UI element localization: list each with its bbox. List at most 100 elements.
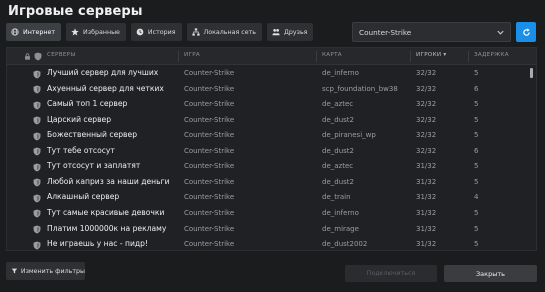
table-row[interactable]: Тут самые красивые девочки Counter-Strike… <box>7 206 531 222</box>
tab-lan-label: Локальная сеть <box>203 28 256 36</box>
server-game: Counter-Strike <box>184 177 235 186</box>
server-name: Любой каприз за наши деньги <box>47 176 170 186</box>
vac-shield-icon <box>33 116 41 125</box>
server-map: de_aztec <box>322 100 354 109</box>
server-name: Тут самые красивые девочки <box>47 207 165 217</box>
server-name: Алкашный сервер <box>47 192 120 202</box>
table-row[interactable]: Божественный сервер Counter-Strike de_pira… <box>7 128 531 144</box>
server-game: Counter-Strike <box>184 146 235 155</box>
column-divider[interactable] <box>468 51 469 62</box>
server-name: Царский сервер <box>47 114 112 124</box>
game-filter-value: Counter-Strike <box>359 27 412 37</box>
lock-icon[interactable] <box>24 53 31 60</box>
server-players: 31/32 <box>416 224 437 233</box>
server-map: de_mirage <box>322 224 359 233</box>
column-ping[interactable]: ЗАДЕРЖКА <box>474 52 509 58</box>
table-row[interactable]: Самый топ 1 сервер Counter-Strike de_aztec… <box>7 97 531 113</box>
server-players: 31/32 <box>416 240 437 249</box>
clock-icon <box>136 28 144 36</box>
server-game: Counter-Strike <box>184 115 235 124</box>
change-filters-label: Изменить фильтры <box>20 267 85 275</box>
server-ping: 5 <box>474 208 479 217</box>
server-players: 32/32 <box>416 131 437 140</box>
game-filter-select[interactable]: Counter-Strike <box>352 22 511 42</box>
server-tabs: Интернет Избранные История Локальная сет… <box>6 23 314 41</box>
scrollbar[interactable] <box>529 66 534 250</box>
vac-shield-icon <box>33 194 41 203</box>
column-divider[interactable] <box>410 51 411 62</box>
server-ping: 5 <box>474 162 479 171</box>
table-row[interactable]: Алкашный сервер Counter-Strike de_train 31/… <box>7 190 531 206</box>
server-map: de_dust2002 <box>322 240 368 249</box>
globe-icon <box>11 28 19 36</box>
server-ping: 5 <box>474 240 479 249</box>
table-row[interactable]: Платим 1000000к на рекламу Counter-Strike… <box>7 222 531 238</box>
server-map: de_dust2 <box>322 177 354 186</box>
column-players[interactable]: ИГРОКИ ▾ <box>416 52 447 58</box>
table-row[interactable]: Тут отсосут и заплатят Counter-Strike de_a… <box>7 159 531 175</box>
filter-icon <box>11 268 18 274</box>
server-name: Тут тебе отсосут <box>47 145 115 155</box>
connect-button[interactable]: Подключиться <box>345 265 437 282</box>
server-game: Counter-Strike <box>184 208 235 217</box>
server-name: Платим 1000000к на рекламу <box>47 223 167 233</box>
table-row[interactable]: Царский сервер Counter-Strike de_dust2 32/3… <box>7 113 531 129</box>
server-players: 31/32 <box>416 162 437 171</box>
refresh-button[interactable] <box>516 22 536 42</box>
server-players: 31/32 <box>416 193 437 202</box>
server-ping: 5 <box>474 115 479 124</box>
vac-shield-icon <box>33 132 41 141</box>
column-servers[interactable]: СЕРВЕРЫ <box>47 52 76 58</box>
server-map: scp_foundation_bw38 <box>322 84 398 93</box>
server-ping: 5 <box>474 131 479 140</box>
window-title: Игровые серверы <box>8 4 143 19</box>
server-game: Counter-Strike <box>184 193 235 202</box>
change-filters-button[interactable]: Изменить фильтры <box>6 262 85 280</box>
tab-friends-label: Друзья <box>283 28 308 36</box>
server-name: Лучший сервер для лучших <box>47 68 159 77</box>
server-ping: 5 <box>474 177 479 186</box>
table-row[interactable]: Ахуенный сервер для четких Counter-Strike… <box>7 82 531 98</box>
network-icon <box>191 28 200 36</box>
table-row[interactable]: Любой каприз за наши деньги Counter-Strik… <box>7 175 531 191</box>
table-header: СЕРВЕРЫ ИГРА КАРТА ИГРОКИ ▾ ЗАДЕРЖКА <box>7 48 536 65</box>
server-ping: 6 <box>474 84 479 93</box>
tab-internet[interactable]: Интернет <box>6 23 62 41</box>
vac-shield-icon <box>33 70 41 78</box>
tab-lan[interactable]: Локальная сеть <box>186 23 262 41</box>
server-game: Counter-Strike <box>184 131 235 140</box>
server-name: Самый топ 1 сервер <box>47 99 128 109</box>
server-map: de_piranesi_wp <box>322 131 376 140</box>
tab-history[interactable]: История <box>130 23 182 41</box>
server-map: de_dust2 <box>322 115 354 124</box>
vac-shield-icon <box>33 209 41 218</box>
tab-friends[interactable]: Друзья <box>266 23 314 41</box>
tab-favorites[interactable]: Избранные <box>66 23 126 41</box>
tab-internet-label: Интернет <box>23 28 56 36</box>
vac-shield-icon <box>33 147 41 156</box>
server-game: Counter-Strike <box>184 100 235 109</box>
close-label: Закрыть <box>476 269 505 278</box>
server-players: 32/32 <box>416 115 437 124</box>
server-game: Counter-Strike <box>184 84 235 93</box>
table-row[interactable]: Тут тебе отсосут Counter-Strike de_dust2 32… <box>7 144 531 160</box>
column-divider[interactable] <box>316 51 317 62</box>
server-name: Тут отсосут и заплатят <box>47 161 141 171</box>
server-name: Ахуенный сервер для четких <box>47 83 164 93</box>
server-players: 32/32 <box>416 100 437 109</box>
close-button[interactable]: Закрыть <box>444 265 537 282</box>
table-row[interactable]: Не играешь у нас - пидр! Counter-Strike de… <box>7 237 531 250</box>
server-ping: 5 <box>474 69 479 77</box>
server-list: СЕРВЕРЫ ИГРА КАРТА ИГРОКИ ▾ ЗАДЕРЖКА Луч… <box>6 47 537 251</box>
server-map: de_dust2 <box>322 146 354 155</box>
table-row[interactable]: Лучший сервер для лучших Counter-Strike de… <box>7 66 531 82</box>
tab-history-label: История <box>147 28 176 36</box>
vac-shield-icon <box>33 241 41 250</box>
column-map[interactable]: КАРТА <box>322 52 342 58</box>
vac-shield-icon[interactable] <box>34 52 42 61</box>
chevron-down-icon <box>497 30 504 35</box>
column-divider[interactable] <box>178 51 179 62</box>
column-game[interactable]: ИГРА <box>184 52 200 58</box>
scrollbar-thumb[interactable] <box>530 68 533 78</box>
server-map: de_train <box>322 193 351 202</box>
